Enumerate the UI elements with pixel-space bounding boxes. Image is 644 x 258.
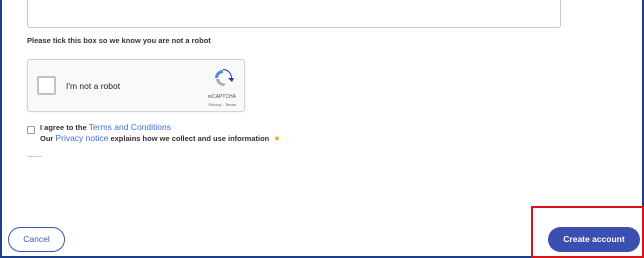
recaptcha-logo-icon <box>215 69 234 87</box>
privacy-prefix: Our <box>40 134 54 143</box>
privacy-line: Our Privacy notice explains how we colle… <box>40 133 281 144</box>
text-input-field[interactable] <box>27 0 561 28</box>
privacy-suffix: explains how we collect and use informat… <box>110 134 270 143</box>
terms-prefix: I agree to the <box>40 123 87 132</box>
recaptcha-label: I'm not a robot <box>66 81 121 91</box>
divider <box>27 156 42 157</box>
recaptcha-checkbox[interactable] <box>37 76 56 95</box>
cancel-button[interactable]: Cancel <box>8 227 65 252</box>
recaptcha-links[interactable]: Privacy - Terms <box>209 102 236 107</box>
terms-checkbox[interactable] <box>27 126 35 134</box>
privacy-link[interactable]: Privacy notice <box>55 133 108 143</box>
terms-link[interactable]: Terms and Conditions <box>89 122 171 132</box>
recaptcha-widget: I'm not a robot reCAPTCHA Privacy - Term… <box>27 59 245 112</box>
terms-line: I agree to the Terms and Conditions <box>40 122 171 133</box>
robot-prompt-text: Please tick this box so we know you are … <box>27 36 211 45</box>
create-account-button[interactable]: Create account <box>548 227 640 252</box>
required-marker-icon: ★ <box>273 134 281 143</box>
recaptcha-brand: reCAPTCHA <box>207 94 236 100</box>
